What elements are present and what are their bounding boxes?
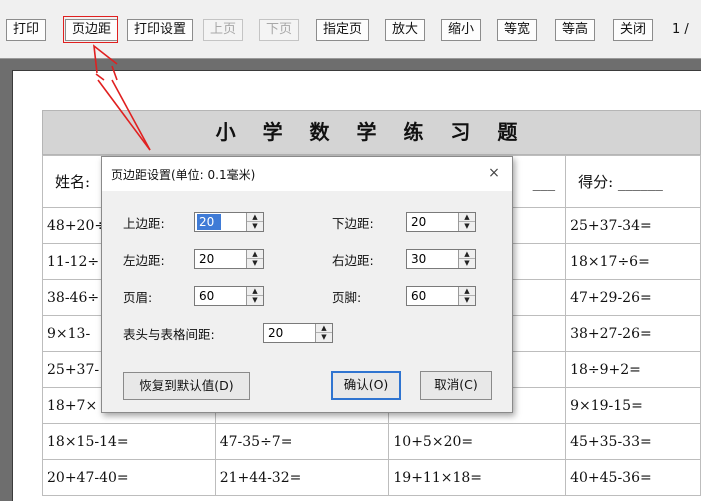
top-margin-label: 上边距: bbox=[123, 216, 165, 231]
top-margin-input[interactable] bbox=[197, 214, 221, 230]
header-margin-input[interactable] bbox=[197, 288, 245, 304]
table-cell: 21+44-32= bbox=[214, 459, 390, 496]
spin-up-icon[interactable]: ▲ bbox=[247, 287, 263, 296]
spinner-buttons[interactable]: ▲ ▼ bbox=[246, 250, 263, 268]
annotation-highlight bbox=[63, 16, 118, 43]
table-cell: 40+45-36= bbox=[565, 459, 701, 496]
zoom-out-button[interactable]: 缩小 bbox=[441, 19, 482, 41]
prev-page-button[interactable]: 上页 bbox=[203, 19, 244, 41]
spinner-buttons[interactable]: ▲ ▼ bbox=[246, 287, 263, 305]
cancel-button[interactable]: 取消(C) bbox=[420, 371, 492, 400]
table-row: 20+47-40= 21+44-32= 19+11×18= 40+45-36= bbox=[42, 459, 701, 496]
spin-up-icon[interactable]: ▲ bbox=[316, 324, 332, 333]
left-margin-input[interactable] bbox=[197, 251, 245, 267]
spinner-buttons[interactable]: ▲ ▼ bbox=[246, 213, 263, 231]
table-cell: 9×19-15= bbox=[565, 387, 701, 424]
table-cell: 45+35-33= bbox=[565, 423, 701, 460]
close-button[interactable]: 关闭 bbox=[613, 19, 654, 41]
spin-up-icon[interactable]: ▲ bbox=[459, 287, 475, 296]
table-cell: 25+37-34= bbox=[565, 207, 701, 244]
score-cell: 得分: ______ bbox=[565, 155, 701, 208]
spin-up-icon[interactable]: ▲ bbox=[459, 213, 475, 222]
dialog-titlebar: 页边距设置(单位: 0.1毫米) × bbox=[102, 157, 512, 191]
fit-width-button[interactable]: 等宽 bbox=[497, 19, 538, 41]
right-margin-input[interactable] bbox=[409, 251, 457, 267]
table-cell: 47+29-26= bbox=[565, 279, 701, 316]
right-margin-label: 右边距: bbox=[332, 253, 374, 268]
bottom-margin-spinner[interactable]: ▲▼ bbox=[406, 212, 476, 232]
table-row: 18×15-14= 47-35÷7= 10+5×20= 45+35-33= bbox=[42, 423, 701, 460]
table-cell: 38+27-26= bbox=[565, 315, 701, 352]
header-margin-label: 页眉: bbox=[123, 290, 153, 305]
spin-down-icon[interactable]: ▼ bbox=[247, 259, 263, 268]
spin-down-icon[interactable]: ▼ bbox=[316, 333, 332, 342]
page-indicator: 1 / bbox=[672, 22, 689, 37]
bottom-margin-input[interactable] bbox=[409, 214, 457, 230]
right-margin-spinner[interactable]: ▲▼ bbox=[406, 249, 476, 269]
header-gap-label: 表头与表格间距: bbox=[123, 327, 215, 342]
next-page-button[interactable]: 下页 bbox=[259, 19, 300, 41]
header-margin-spinner[interactable]: ▲▼ bbox=[194, 286, 264, 306]
header-gap-spinner[interactable]: ▲▼ bbox=[263, 323, 333, 343]
zoom-in-button[interactable]: 放大 bbox=[385, 19, 426, 41]
spin-up-icon[interactable]: ▲ bbox=[459, 250, 475, 259]
table-cell: 47-35÷7= bbox=[214, 423, 390, 460]
spinner-buttons[interactable]: ▲ ▼ bbox=[315, 324, 332, 342]
spin-down-icon[interactable]: ▼ bbox=[247, 296, 263, 305]
print-button[interactable]: 打印 bbox=[6, 19, 47, 41]
spinner-buttons[interactable]: ▲ ▼ bbox=[458, 287, 475, 305]
left-margin-label: 左边距: bbox=[123, 253, 165, 268]
spin-down-icon[interactable]: ▼ bbox=[459, 259, 475, 268]
bottom-margin-label: 下边距: bbox=[332, 216, 374, 231]
spin-down-icon[interactable]: ▼ bbox=[459, 222, 475, 231]
margin-settings-dialog: 页边距设置(单位: 0.1毫米) × 上边距: ▲▼ 下边距: ▲▼ 左边距: … bbox=[101, 156, 513, 413]
spin-down-icon[interactable]: ▼ bbox=[459, 296, 475, 305]
fit-height-button[interactable]: 等高 bbox=[555, 19, 596, 41]
table-cell: 19+11×18= bbox=[388, 459, 567, 496]
footer-margin-spinner[interactable]: ▲▼ bbox=[406, 286, 476, 306]
dialog-title: 页边距设置(单位: 0.1毫米) bbox=[111, 168, 256, 182]
spinner-buttons[interactable]: ▲ ▼ bbox=[458, 213, 475, 231]
spin-down-icon[interactable]: ▼ bbox=[247, 222, 263, 231]
footer-margin-label: 页脚: bbox=[332, 290, 362, 305]
spin-up-icon[interactable]: ▲ bbox=[247, 250, 263, 259]
top-margin-spinner[interactable]: ▲▼ bbox=[194, 212, 264, 232]
spin-up-icon[interactable]: ▲ bbox=[247, 213, 263, 222]
close-icon[interactable]: × bbox=[484, 163, 504, 183]
table-cell: 10+5×20= bbox=[388, 423, 567, 460]
worksheet-title: 小 学 数 学 练 习 题 bbox=[42, 110, 701, 155]
ok-button[interactable]: 确认(O) bbox=[331, 371, 401, 400]
reset-defaults-button[interactable]: 恢复到默认值(D) bbox=[123, 372, 250, 400]
print-settings-button[interactable]: 打印设置 bbox=[127, 19, 194, 41]
spinner-buttons[interactable]: ▲ ▼ bbox=[458, 250, 475, 268]
left-margin-spinner[interactable]: ▲▼ bbox=[194, 249, 264, 269]
table-cell: 18÷9+2= bbox=[565, 351, 701, 388]
goto-page-button[interactable]: 指定页 bbox=[316, 19, 370, 41]
table-cell: 20+47-40= bbox=[42, 459, 216, 496]
table-cell: 18×15-14= bbox=[42, 423, 216, 460]
table-cell: 18×17÷6= bbox=[565, 243, 701, 280]
footer-margin-input[interactable] bbox=[409, 288, 457, 304]
header-gap-input[interactable] bbox=[266, 325, 314, 341]
